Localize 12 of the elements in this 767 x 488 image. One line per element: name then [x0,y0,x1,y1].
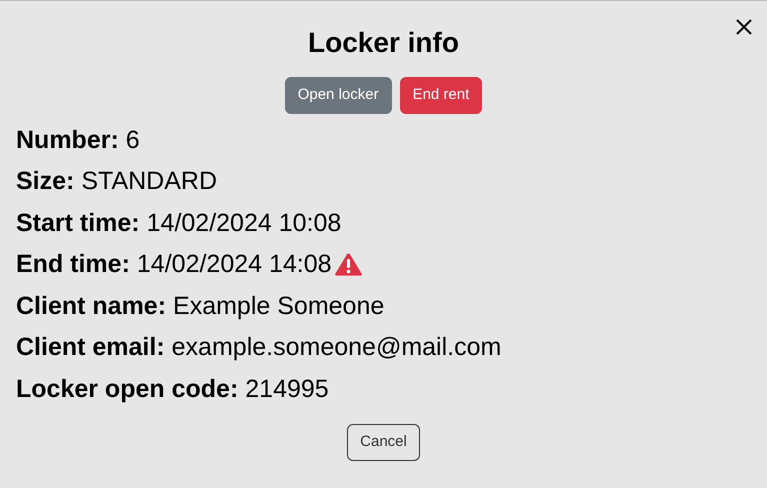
info-line: Locker open code: 214995 [16,374,329,404]
info-line: Start time: 14/02/2024 10:08 [16,208,342,238]
cancel-button[interactable]: Cancel [347,424,420,460]
info-line: Size: STANDARD [16,166,218,197]
end-rent-button[interactable]: End rent [400,77,482,114]
info-line: Client email: example.someone@mail.com [16,332,502,363]
info-line: Number: 6 [16,124,140,156]
close-icon [735,18,753,36]
info-line: Client name: Example Someone [16,290,384,322]
info-line: End time: 14/02/2024 14:08 [16,249,332,280]
open-locker-button[interactable]: Open locker [284,77,392,114]
dialog-title: Locker info [308,26,459,60]
